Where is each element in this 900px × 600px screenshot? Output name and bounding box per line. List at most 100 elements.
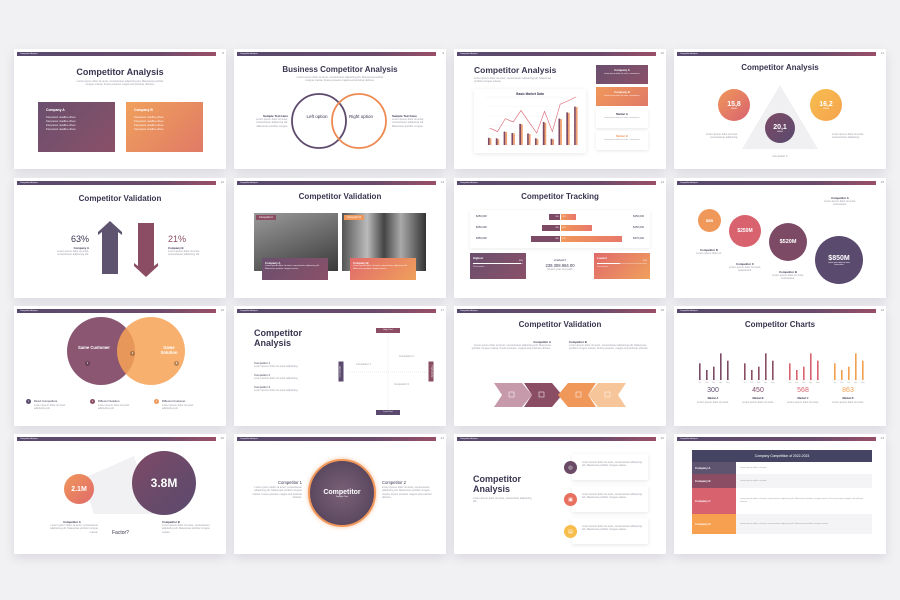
competitor-text: Lorem ipsum dolor sit amet, consectetuer… [50, 524, 98, 534]
chart-name: Market D [842, 397, 854, 400]
progress-track [597, 263, 647, 264]
legend-text: Lorem ipsum dolor sit amet adipiscing el… [162, 404, 194, 411]
bottom-label: Competitor C [772, 155, 788, 158]
row-company: Company C [692, 488, 736, 514]
slide-factor-comparison[interactable]: Competitor Analysis 20 2.1M 3.8M Competi… [14, 434, 226, 554]
triangle-shape [742, 85, 818, 149]
right-circle [331, 93, 387, 149]
marker-2: 2 [130, 351, 135, 356]
header-label: Competitor Analysis [240, 182, 258, 184]
table-title: Company Competition of 2022-2023 [692, 450, 872, 462]
photo-tag: Competitor B [344, 215, 364, 220]
slide-competitor-validation-arrows[interactable]: Competitor Analysis 12 Competitor Valida… [14, 178, 226, 298]
chevron-4 [588, 383, 626, 407]
document-icon: ▤ [564, 525, 577, 538]
table-row: Company A Lorem ipsum dolor sit amet. [692, 462, 872, 474]
x-tick-label: Mar [802, 382, 805, 384]
mini-bar [848, 366, 850, 380]
competitor-a-block: Competitor A Lorem ipsum dolor sit amet, … [46, 520, 98, 534]
matrix-point-2: Competitor 2 [399, 355, 414, 358]
slide-header-bar: Competitor Analysis [457, 437, 656, 441]
connector-shape [82, 456, 154, 514]
row-left-label: $350,000 [476, 237, 487, 240]
chart-text: Lorem ipsum dolor sit amet. [741, 401, 774, 404]
value-circle-center: 20,1 Million [765, 113, 795, 143]
card-pct: 45% [642, 260, 647, 262]
card-pct: 95% [518, 260, 523, 262]
mini-bar [765, 353, 767, 380]
slide-company-competition-table[interactable]: Competitor Analysis 23 Company Competiti… [674, 434, 886, 554]
chat-icon: ◎ [564, 461, 577, 474]
same-solution-label: Same Solution [160, 345, 178, 355]
bar-a [574, 106, 576, 145]
chart-name: Market C [797, 397, 809, 400]
bar-a [503, 131, 506, 145]
right-option-label: Right option [348, 114, 374, 119]
chart-value: 568 [797, 387, 809, 394]
circle-label: Million [823, 107, 829, 110]
chart-text: Lorem ipsum dolor sit amet. [696, 401, 729, 404]
card-caption: Presentation [597, 266, 609, 268]
photo-caption-b: Company B Lorem ipsum dolor sit amet, co… [350, 258, 416, 280]
bubble-competitor-d: $5B [698, 209, 721, 232]
row-right-bar: 22% [561, 214, 577, 220]
progress-track [473, 263, 523, 264]
value-circle-a: 2.1M [64, 474, 94, 504]
slide-header-bar: Competitor Analysis [677, 181, 876, 185]
value-circle-b: 3.8M [132, 451, 196, 515]
marker-num: 2 [131, 352, 134, 355]
x-tick-label: Feb [795, 382, 798, 384]
competitor-text: Lorem ipsum dolor sit amet, consectetuer… [382, 486, 432, 500]
slide-competitor-analysis-chart[interactable]: Competitor Analysis 10 Competitor Analys… [454, 49, 666, 169]
mini-bar [834, 363, 836, 380]
right-description: Lorem ipsum dolor sit amet, consectetuer… [832, 133, 865, 140]
slide-competitor-bubbles[interactable]: Competitor Analysis 15 $5B $250M $520M $… [674, 178, 886, 298]
slide-business-competitor-analysis[interactable]: Competitor Analysis 9 Business Competito… [234, 49, 446, 169]
row-company: Company A [692, 462, 736, 474]
axis-label-right: High Quality [428, 361, 434, 382]
slide-competitor-analysis-matrix[interactable]: Competitor Analysis 17 Competitor Analysi… [234, 306, 446, 426]
competitor-item-text: Lorem ipsum dolor sit amet adipiscing. [254, 389, 299, 392]
bubble-desc: Lorem ipsum dolor sit amet, consectetur. [771, 274, 804, 281]
slide-title: Competitor Analysis [76, 67, 164, 77]
slide-competitor-circle-photo[interactable]: Competitor Analysis 21 Competitor Sample… [234, 434, 446, 554]
x-tick-label: Apr [719, 381, 722, 384]
side-card: Company A Lorem ipsum dolor sit amet, con… [596, 65, 648, 84]
header-label: Competitor Analysis [460, 438, 478, 440]
marker-1: 1 [85, 361, 90, 366]
caption-text: Lorem ipsum dolor sit amet, consectetuer… [265, 265, 320, 270]
bubble-value: $520M [779, 239, 797, 245]
slide-competitor-charts[interactable]: Competitor Analysis 19 Competitor Charts… [674, 306, 886, 426]
row-company: Company D [692, 514, 736, 534]
value-circle-left: 15,8 Million [718, 89, 750, 121]
stat-text: Lorem ipsum dolor sit amet, consectetuer… [168, 250, 201, 257]
legend-badge: 1 [26, 399, 31, 404]
bar-b [528, 133, 531, 145]
chevron-arrows [494, 383, 626, 407]
marker-num: 1 [86, 362, 89, 365]
center-title: Competitor [323, 488, 361, 496]
bar-b [505, 132, 508, 145]
stat-value: 63% [70, 234, 89, 244]
slide-competitor-validation-photos[interactable]: Competitor Analysis 13 Competitor Valida… [234, 178, 446, 298]
slide-competitor-analysis-triangle[interactable]: Competitor Analysis 11 Competitor Analys… [674, 49, 886, 169]
left-circle [291, 93, 347, 149]
bubble-value: $850M [828, 254, 850, 262]
mini-bar [720, 353, 722, 380]
bubble-desc: Lorem ipsum dolor sit amet, consectetur. [823, 200, 856, 207]
legend-badge: 2 [90, 399, 95, 404]
slide-competitor-analysis-cards[interactable]: Competitor Analysis 8 Competitor Analysi… [14, 49, 226, 169]
slide-competitor-analysis-list[interactable]: Competitor Analysis 22 Competitor Analysi… [454, 434, 666, 554]
row-left-label: $250,000 [476, 226, 487, 229]
slide-competitor-tracking[interactable]: Competitor Analysis 14 Competitor Tracki… [454, 178, 666, 298]
slide-competitor-validation-chevrons[interactable]: Competitor Analysis 18 Competitor Valida… [454, 306, 666, 426]
mini-bar [855, 353, 857, 380]
card-caption: Presentation [473, 266, 485, 268]
slide-venn-customer-solution[interactable]: Competitor Analysis 16 Same Customer Sam… [14, 306, 226, 426]
bar-b [568, 112, 570, 145]
slide-subtitle: Lorem ipsum dolor sit amet, consectetuer… [76, 80, 164, 87]
circle-value: 2.1M [71, 485, 87, 493]
chart-text: Lorem ipsum dolor sit amet. [786, 401, 819, 404]
competitor-1-block: Competitor 1 Lorem ipsum dolor sit amet, … [250, 480, 302, 500]
slide-header-bar: Competitor Analysis [237, 181, 436, 185]
